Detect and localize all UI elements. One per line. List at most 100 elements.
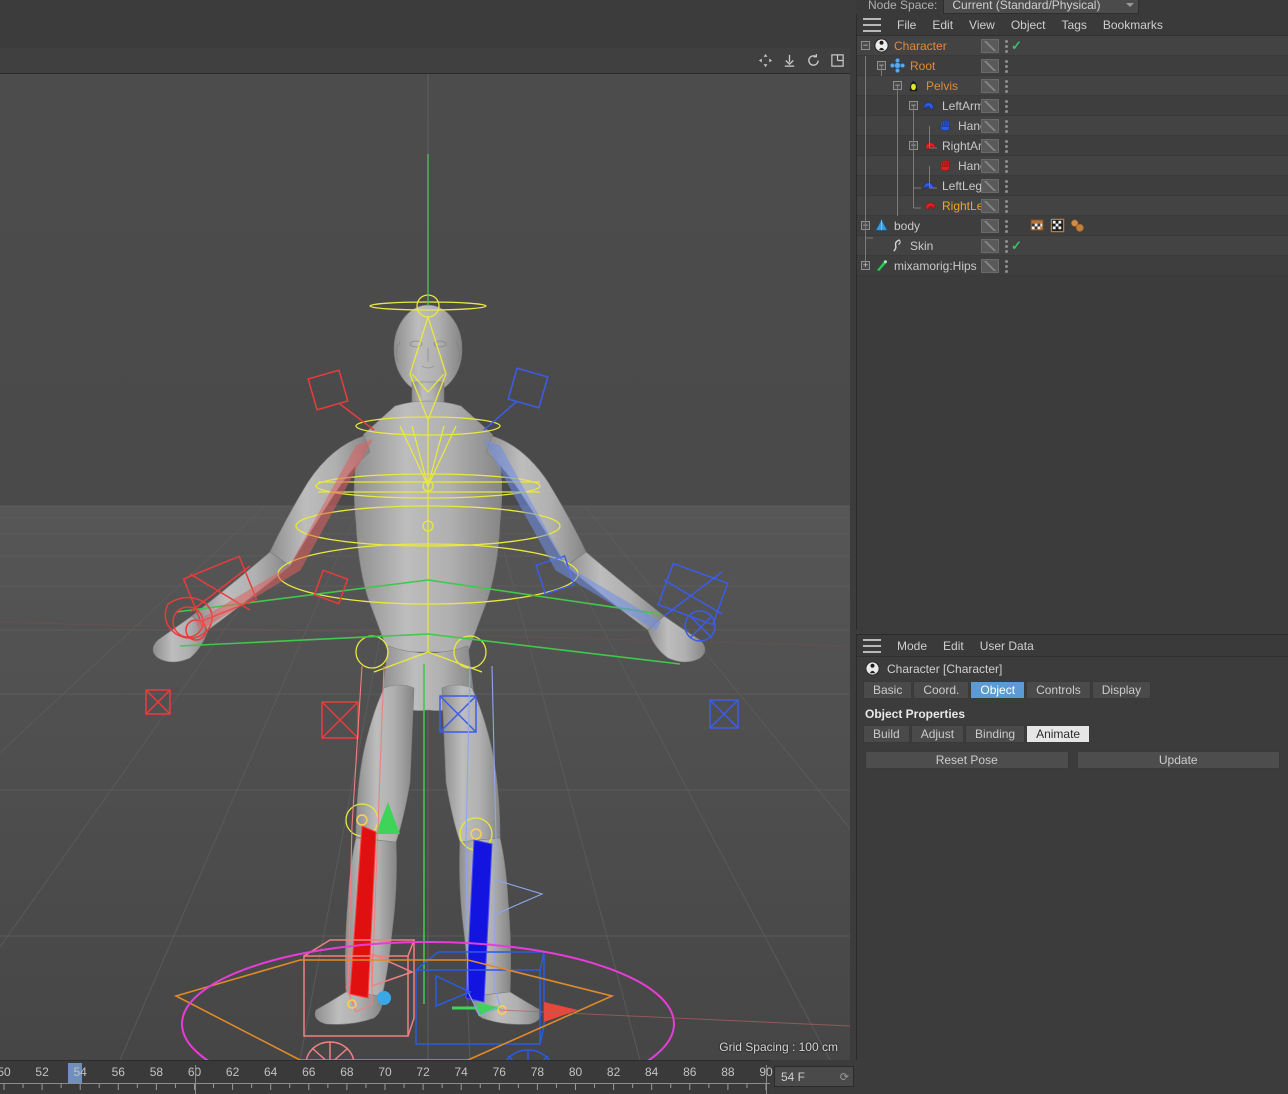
maximize-viewport-icon[interactable] xyxy=(828,51,846,69)
object-properties-subtabs[interactable]: Build Adjust Binding Animate xyxy=(857,725,1288,743)
checker-material-tag-icon[interactable] xyxy=(1050,218,1066,234)
object-row-leftarm[interactable]: − LeftArm xyxy=(857,96,1288,116)
attribute-manager-menu-icon[interactable] xyxy=(863,638,881,653)
tree-expander[interactable]: − xyxy=(909,101,918,110)
props-tab-build[interactable]: Build xyxy=(863,725,910,743)
visibility-dots[interactable] xyxy=(1003,199,1009,213)
am-menu-mode[interactable]: Mode xyxy=(889,635,935,657)
dolly-camera-icon[interactable] xyxy=(780,51,798,69)
reset-pose-button[interactable]: Reset Pose xyxy=(865,751,1069,769)
om-menu-bookmarks[interactable]: Bookmarks xyxy=(1095,14,1171,36)
object-manager[interactable]: File Edit View Object Tags Bookmarks − C… xyxy=(856,14,1288,630)
enable-toggle-cell[interactable] xyxy=(981,179,999,193)
enable-toggle-cell[interactable] xyxy=(981,79,999,93)
visibility-dots[interactable] xyxy=(1003,219,1009,233)
attribute-tabs[interactable]: Basic Coord. Object Controls Display xyxy=(857,681,1288,699)
visibility-dots[interactable] xyxy=(1003,59,1009,73)
visibility-dots[interactable] xyxy=(1003,259,1009,273)
object-manager-menu-icon[interactable] xyxy=(863,17,881,32)
object-row-name-cell[interactable]: Hand xyxy=(857,116,987,136)
enable-toggle-cell[interactable] xyxy=(981,219,999,233)
character-object-icon xyxy=(874,37,890,54)
visibility-dots[interactable] xyxy=(1003,99,1009,113)
props-tab-binding[interactable]: Binding xyxy=(965,725,1026,743)
attr-tab-object[interactable]: Object xyxy=(970,681,1026,699)
visibility-dots[interactable] xyxy=(1003,79,1009,93)
object-tree[interactable]: − Character ✓ − Root − Pelvis − LeftArm … xyxy=(857,36,1288,276)
object-row-name-cell[interactable]: − RightArm xyxy=(857,136,992,156)
enable-toggle-cell[interactable] xyxy=(981,259,999,273)
enable-toggle-cell[interactable] xyxy=(981,39,999,53)
enable-toggle-cell[interactable] xyxy=(981,199,999,213)
tree-expander[interactable]: − xyxy=(861,221,870,230)
om-menu-edit[interactable]: Edit xyxy=(924,14,961,36)
visibility-dots[interactable] xyxy=(1003,179,1009,193)
object-row-name-cell[interactable]: Hand xyxy=(857,156,987,176)
enable-toggle-cell[interactable] xyxy=(981,139,999,153)
object-row-name-cell[interactable]: − Root xyxy=(857,56,987,76)
object-row-label: Character xyxy=(894,38,947,53)
node-space-dropdown[interactable]: Current (Standard/Physical) xyxy=(943,0,1140,14)
om-menu-view[interactable]: View xyxy=(961,14,1003,36)
tree-expander[interactable]: + xyxy=(861,261,870,270)
am-menu-edit[interactable]: Edit xyxy=(935,635,972,657)
object-row-body[interactable]: − body xyxy=(857,216,1288,236)
phong-tag-icon[interactable] xyxy=(1070,218,1086,234)
object-row-pelvis[interactable]: − Pelvis xyxy=(857,76,1288,96)
object-row-leftleg[interactable]: LeftLeg xyxy=(857,176,1288,196)
attribute-manager[interactable]: Mode Edit User Data Character [Character… xyxy=(856,634,1288,1060)
frame-stepper-icon[interactable]: ⟳ xyxy=(840,1070,849,1083)
texture-tag-icon[interactable] xyxy=(1030,218,1046,234)
visibility-dots[interactable] xyxy=(1003,239,1009,253)
om-menu-tags[interactable]: Tags xyxy=(1054,14,1095,36)
object-row-name-cell[interactable]: − body xyxy=(857,216,987,236)
object-row-rightleg[interactable]: RightLeg xyxy=(857,196,1288,216)
chevron-down-icon xyxy=(1126,3,1135,7)
visibility-dots[interactable] xyxy=(1003,159,1009,173)
move-camera-icon[interactable] xyxy=(756,51,774,69)
viewport-3d-scene[interactable]: Grid Spacing : 100 cm xyxy=(0,74,850,1060)
am-menu-user-data[interactable]: User Data xyxy=(972,635,1042,657)
timeline-ruler[interactable]: 5052545658606264666870727476788082848688… xyxy=(0,1060,773,1094)
object-row-name-cell[interactable]: − LeftArm xyxy=(857,96,987,116)
object-row-root[interactable]: − Root xyxy=(857,56,1288,76)
tag-icons[interactable] xyxy=(1030,218,1086,234)
tree-expander[interactable]: − xyxy=(877,61,886,70)
visibility-dots[interactable] xyxy=(1003,39,1009,53)
om-menu-file[interactable]: File xyxy=(889,14,924,36)
object-row-hand[interactable]: Hand xyxy=(857,116,1288,136)
object-row-name-cell[interactable]: RightLeg xyxy=(857,196,990,216)
object-properties-buttons[interactable]: Reset Pose Update xyxy=(857,743,1288,769)
current-frame-field[interactable]: 54 F ⟳ xyxy=(774,1066,854,1087)
object-row-hand[interactable]: Hand xyxy=(857,156,1288,176)
attr-tab-controls[interactable]: Controls xyxy=(1026,681,1091,699)
object-row-rightarm[interactable]: − RightArm xyxy=(857,136,1288,156)
attr-tab-coord[interactable]: Coord. xyxy=(913,681,970,699)
props-tab-animate[interactable]: Animate xyxy=(1026,725,1091,743)
tree-expander[interactable]: − xyxy=(893,81,902,90)
update-button[interactable]: Update xyxy=(1076,751,1280,769)
enable-toggle-cell[interactable] xyxy=(981,99,999,113)
object-row-skin[interactable]: Skin ✓ xyxy=(857,236,1288,256)
object-row-name-cell[interactable]: + mixamorig:Hips xyxy=(857,256,987,276)
object-row-name-cell[interactable]: Skin xyxy=(857,236,987,256)
enable-toggle-cell[interactable] xyxy=(981,159,999,173)
attr-tab-display[interactable]: Display xyxy=(1091,681,1152,699)
tree-expander[interactable]: − xyxy=(861,41,870,50)
object-row-name-cell[interactable]: − Character xyxy=(857,36,987,56)
enable-toggle-cell[interactable] xyxy=(981,119,999,133)
props-tab-adjust[interactable]: Adjust xyxy=(910,725,965,743)
object-row-name-cell[interactable]: LeftLeg xyxy=(857,176,987,196)
tree-expander[interactable]: − xyxy=(909,141,918,150)
om-menu-object[interactable]: Object xyxy=(1003,14,1054,36)
attr-tab-basic[interactable]: Basic xyxy=(863,681,913,699)
object-row-name-cell[interactable]: − Pelvis xyxy=(857,76,987,96)
enable-toggle-cell[interactable] xyxy=(981,239,999,253)
viewport[interactable]: Grid Spacing : 100 cm xyxy=(0,48,850,1060)
object-row-character[interactable]: − Character ✓ xyxy=(857,36,1288,56)
object-row-mixamorig-hips[interactable]: + mixamorig:Hips xyxy=(857,256,1288,276)
rotate-camera-icon[interactable] xyxy=(804,51,822,69)
visibility-dots[interactable] xyxy=(1003,139,1009,153)
visibility-dots[interactable] xyxy=(1003,119,1009,133)
enable-toggle-cell[interactable] xyxy=(981,59,999,73)
